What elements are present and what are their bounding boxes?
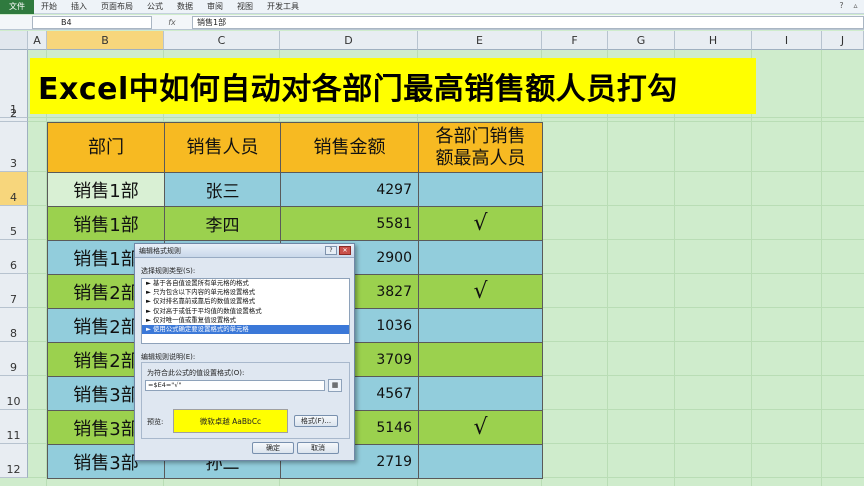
table-cell-mark[interactable] xyxy=(418,172,543,207)
ribbon-tab[interactable]: 开发工具 xyxy=(260,0,306,14)
rule-type-item[interactable]: ► 使用公式确定要设置格式的单元格 xyxy=(142,324,349,335)
gridline xyxy=(28,117,864,118)
close-icon[interactable]: ✕ xyxy=(339,246,351,255)
ribbon-tab[interactable]: 页面布局 xyxy=(94,0,140,14)
rule-type-item[interactable]: ► 仅对高于或低于平均值的数值设置格式 xyxy=(142,307,349,316)
ribbon-tab[interactable]: 插入 xyxy=(64,0,94,14)
minimize-ribbon-icon[interactable]: ▵ xyxy=(851,1,860,11)
column-header[interactable]: J xyxy=(822,31,864,50)
ribbon-tab[interactable]: 视图 xyxy=(230,0,260,14)
formula-input[interactable]: 销售1部 xyxy=(192,15,864,29)
table-cell-dept[interactable]: 销售1部 xyxy=(47,206,165,241)
table-cell-mark[interactable] xyxy=(418,342,543,377)
row-header[interactable]: 8 xyxy=(0,308,28,342)
ribbon-tab[interactable]: 审阅 xyxy=(200,0,230,14)
table-cell-mark[interactable] xyxy=(418,444,543,479)
table-cell-amount[interactable]: 4297 xyxy=(280,172,419,207)
preview-text: 微软卓越 AaBbCc xyxy=(199,416,262,426)
table-header-cell[interactable]: 销售金额 xyxy=(280,122,419,173)
format-preview: 微软卓越 AaBbCc xyxy=(173,409,288,433)
row-header[interactable]: 4 xyxy=(0,172,28,206)
ok-button[interactable]: 确定 xyxy=(252,442,294,454)
ribbon-tab[interactable]: 开始 xyxy=(34,0,64,14)
formula-label: 为符合此公式的值设置格式(O): xyxy=(147,369,245,377)
table-cell-mark[interactable]: √ xyxy=(418,410,543,445)
table-cell-amount[interactable]: 5581 xyxy=(280,206,419,241)
row-header[interactable]: 6 xyxy=(0,240,28,274)
column-header[interactable]: A xyxy=(28,31,47,50)
formula-bar: B4 fx 销售1部 xyxy=(0,15,864,30)
rule-type-item[interactable]: ► 基于各自值设置所有单元格的格式 xyxy=(142,279,349,288)
file-tab[interactable]: 文件 xyxy=(0,0,34,14)
table-header-cell[interactable]: 各部门销售 额最高人员 xyxy=(418,122,543,173)
column-header[interactable]: F xyxy=(542,31,608,50)
excel-window: 文件 开始 插入 页面布局 公式 数据 审阅 视图 开发工具 ? ▵ B4 fx 销售1部 A… xyxy=(0,0,864,486)
row-header[interactable]: 7 xyxy=(0,274,28,308)
edit-format-rule-dialog: 编辑格式规则 ? ✕ 选择规则类型(S): ► 基于各自值设置所有单元格的格式 ►… xyxy=(134,243,355,461)
table-cell-mark[interactable]: √ xyxy=(418,274,543,309)
column-header[interactable]: I xyxy=(752,31,822,50)
table-cell-mark[interactable]: √ xyxy=(418,206,543,241)
row-header[interactable]: 3 xyxy=(0,122,28,172)
rule-type-item[interactable]: ► 仅对唯一值或重复值设置格式 xyxy=(142,316,349,325)
column-header[interactable]: D xyxy=(280,31,418,50)
ribbon-tab[interactable]: 公式 xyxy=(140,0,170,14)
help-icon[interactable]: ? xyxy=(837,1,846,11)
table-cell-name[interactable]: 李四 xyxy=(164,206,281,241)
row-header[interactable]: 12 xyxy=(0,444,28,478)
preview-label: 预览: xyxy=(147,418,164,426)
select-all-corner[interactable] xyxy=(0,31,28,50)
row-header[interactable]: 5 xyxy=(0,206,28,240)
column-header[interactable]: H xyxy=(675,31,752,50)
ribbon-tabs: 文件 开始 插入 页面布局 公式 数据 审阅 视图 开发工具 ? ▵ xyxy=(0,0,864,14)
table-cell-mark[interactable] xyxy=(418,376,543,411)
fx-icon[interactable]: fx xyxy=(152,18,192,27)
column-header[interactable]: C xyxy=(164,31,280,50)
table-cell-dept[interactable]: 销售1部 xyxy=(47,172,165,207)
table-cell-name[interactable]: 张三 xyxy=(164,172,281,207)
gridline xyxy=(607,50,608,486)
edit-rule-label: 编辑规则说明(E): xyxy=(141,353,196,361)
name-box[interactable]: B4 xyxy=(32,15,152,29)
rule-type-list[interactable]: ► 基于各自值设置所有单元格的格式 ► 只为包含以下内容的单元格设置格式 ► 仅对排… xyxy=(141,278,350,344)
column-header[interactable]: B xyxy=(47,31,164,50)
table-cell-mark[interactable] xyxy=(418,240,543,275)
table-header-cell[interactable]: 销售人员 xyxy=(164,122,281,173)
gridline xyxy=(674,50,675,486)
row-header[interactable]: 10 xyxy=(0,376,28,410)
gridline xyxy=(821,50,822,486)
column-header[interactable]: E xyxy=(418,31,542,50)
ribbon-tab-list: 开始 插入 页面布局 公式 数据 审阅 视图 开发工具 xyxy=(34,0,306,14)
row-header[interactable]: 9 xyxy=(0,342,28,376)
cancel-button[interactable]: 取消 xyxy=(297,442,339,454)
table-header-cell[interactable]: 部门 xyxy=(47,122,165,173)
range-picker-icon[interactable]: ▦ xyxy=(328,379,342,392)
sheet-title[interactable]: Excel中如何自动对各部门最高销售额人员打勾 xyxy=(30,58,756,114)
rule-type-item[interactable]: ► 只为包含以下内容的单元格设置格式 xyxy=(142,288,349,297)
table-cell-mark[interactable] xyxy=(418,308,543,343)
dialog-title: 编辑格式规则 xyxy=(135,244,354,258)
ribbon-tab[interactable]: 数据 xyxy=(170,0,200,14)
format-button[interactable]: 格式(F)... xyxy=(294,415,338,427)
gridline xyxy=(751,50,752,486)
rule-formula-input[interactable]: =$E4="√" xyxy=(145,380,325,391)
select-rule-type-label: 选择规则类型(S): xyxy=(141,267,196,275)
help-icon[interactable]: ? xyxy=(325,246,337,255)
row-header[interactable]: 11 xyxy=(0,410,28,444)
rule-type-item[interactable]: ► 仅对排名靠前或靠后的数值设置格式 xyxy=(142,297,349,306)
column-header[interactable]: G xyxy=(608,31,675,50)
ribbon-controls: ? ▵ xyxy=(837,1,860,11)
